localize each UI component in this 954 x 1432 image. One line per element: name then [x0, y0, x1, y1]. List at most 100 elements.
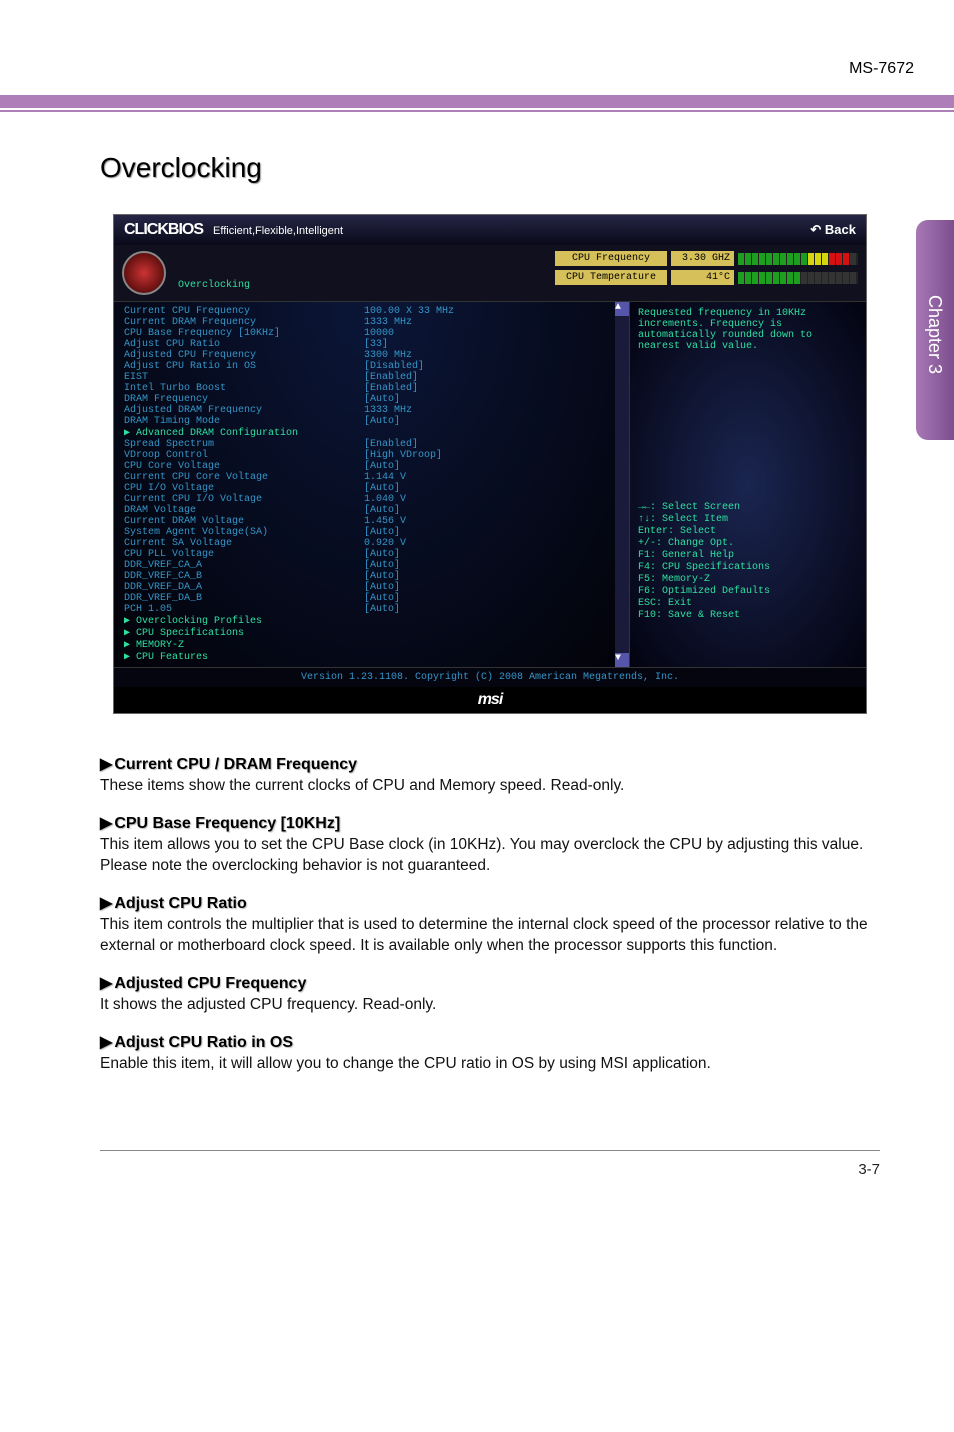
setting-row[interactable]: Current CPU I/O Voltage1.040 V: [124, 494, 625, 505]
setting-label: System Agent Voltage(SA): [124, 527, 364, 538]
setting-row[interactable]: Current SA Voltage0.920 V: [124, 538, 625, 549]
setting-label: Adjusted DRAM Frequency: [124, 405, 364, 416]
setting-row[interactable]: VDroop Control[High VDroop]: [124, 450, 625, 461]
setting-value: [Auto]: [364, 483, 400, 494]
chapter-tab: Chapter 3: [916, 220, 954, 440]
setting-label: Current DRAM Frequency: [124, 317, 364, 328]
help-description: Requested frequency in 10KHz increments.…: [638, 308, 858, 352]
page-footer: 3-7: [100, 1150, 880, 1188]
setting-label: Current CPU Frequency: [124, 306, 364, 317]
setting-label: Current CPU Core Voltage: [124, 472, 364, 483]
setting-row[interactable]: CPU Base Frequency [10KHz]10000: [124, 328, 625, 339]
help-key-item: F4: CPU Specifications: [638, 562, 858, 573]
setting-label: Current SA Voltage: [124, 538, 364, 549]
setting-row[interactable]: System Agent Voltage(SA)[Auto]: [124, 527, 625, 538]
setting-label: CPU PLL Voltage: [124, 549, 364, 560]
setting-label: ▶ CPU Specifications: [124, 627, 364, 639]
setting-row[interactable]: ▶ CPU Specifications: [124, 627, 625, 639]
setting-row[interactable]: Current CPU Frequency100.00 X 33 MHz: [124, 306, 625, 317]
setting-label: VDroop Control: [124, 450, 364, 461]
setting-value: 1333 MHz: [364, 405, 412, 416]
back-button[interactable]: ↶ Back: [810, 222, 856, 238]
setting-row[interactable]: Adjust CPU Ratio[33]: [124, 339, 625, 350]
setting-value: [Auto]: [364, 461, 400, 472]
setting-label: EIST: [124, 372, 364, 383]
setting-value: [High VDroop]: [364, 450, 442, 461]
cpu-freq-label: CPU Frequency: [555, 251, 667, 266]
setting-value: 3300 MHz: [364, 350, 412, 361]
bios-logo: CLICKBIOS: [124, 221, 203, 238]
setting-row[interactable]: Current DRAM Frequency1333 MHz: [124, 317, 625, 328]
setting-value: 0.920 V: [364, 538, 406, 549]
help-key-item: Enter: Select: [638, 526, 858, 537]
setting-row[interactable]: EIST[Enabled]: [124, 372, 625, 383]
setting-row[interactable]: DDR_VREF_DA_A[Auto]: [124, 582, 625, 593]
overclocking-icon[interactable]: [122, 251, 166, 295]
setting-value: 1.144 V: [364, 472, 406, 483]
setting-value: [Enabled]: [364, 439, 418, 450]
cpu-temp-bar: [738, 272, 858, 284]
setting-row[interactable]: DDR_VREF_CA_B[Auto]: [124, 571, 625, 582]
setting-value: [Auto]: [364, 527, 400, 538]
description-heading: ▶CPU Base Frequency [10KHz]: [100, 813, 880, 833]
setting-label: DDR_VREF_DA_A: [124, 582, 364, 593]
setting-value: [Auto]: [364, 416, 400, 427]
setting-label: DRAM Voltage: [124, 505, 364, 516]
setting-label: Adjust CPU Ratio: [124, 339, 364, 350]
setting-row[interactable]: CPU I/O Voltage[Auto]: [124, 483, 625, 494]
setting-value: [33]: [364, 339, 388, 350]
cpu-freq-value: 3.30 GHZ: [671, 251, 734, 266]
triangle-icon: ▶: [100, 1034, 112, 1051]
setting-row[interactable]: Spread Spectrum[Enabled]: [124, 439, 625, 450]
setting-label: Adjusted CPU Frequency: [124, 350, 364, 361]
description-heading: ▶Adjusted CPU Frequency: [100, 973, 880, 993]
setting-row[interactable]: DRAM Frequency[Auto]: [124, 394, 625, 405]
setting-row[interactable]: CPU Core Voltage[Auto]: [124, 461, 625, 472]
setting-row[interactable]: ▶ CPU Features: [124, 651, 625, 663]
setting-value: 100.00 X 33 MHz: [364, 306, 454, 317]
setting-row[interactable]: ▶ Overclocking Profiles: [124, 615, 625, 627]
setting-value: [Auto]: [364, 505, 400, 516]
setting-label: Current DRAM Voltage: [124, 516, 364, 527]
description-heading: ▶Adjust CPU Ratio: [100, 893, 880, 913]
bios-settings-panel: Current CPU Frequency100.00 X 33 MHzCurr…: [114, 302, 629, 667]
scroll-down-icon[interactable]: ▼: [615, 653, 629, 667]
setting-row[interactable]: DDR_VREF_DA_B[Auto]: [124, 593, 625, 604]
setting-value: [Auto]: [364, 593, 400, 604]
setting-label: DDR_VREF_CA_A: [124, 560, 364, 571]
bios-section-title: Overclocking: [174, 280, 250, 295]
setting-label: DDR_VREF_DA_B: [124, 593, 364, 604]
bios-scrollbar[interactable]: ▲ ▼: [615, 302, 629, 667]
setting-row[interactable]: ▶ Advanced DRAM Configuration: [124, 427, 625, 439]
setting-value: 1.040 V: [364, 494, 406, 505]
setting-row[interactable]: Adjusted CPU Frequency3300 MHz: [124, 350, 625, 361]
setting-row[interactable]: DRAM Timing Mode[Auto]: [124, 416, 625, 427]
setting-row[interactable]: CPU PLL Voltage[Auto]: [124, 549, 625, 560]
setting-value: [Auto]: [364, 394, 400, 405]
setting-row[interactable]: PCH 1.05[Auto]: [124, 604, 625, 615]
cpu-temp-value: 41°C: [671, 270, 734, 285]
setting-label: CPU Core Voltage: [124, 461, 364, 472]
setting-row[interactable]: ▶ MEMORY-Z: [124, 639, 625, 651]
setting-label: PCH 1.05: [124, 604, 364, 615]
bios-help-panel: Requested frequency in 10KHz increments.…: [629, 302, 866, 667]
setting-value: [Auto]: [364, 549, 400, 560]
triangle-icon: ▶: [100, 895, 112, 912]
setting-row[interactable]: Adjusted DRAM Frequency1333 MHz: [124, 405, 625, 416]
setting-row[interactable]: DDR_VREF_CA_A[Auto]: [124, 560, 625, 571]
triangle-icon: ▶: [100, 815, 112, 832]
setting-row[interactable]: Intel Turbo Boost[Enabled]: [124, 383, 625, 394]
setting-row[interactable]: Current CPU Core Voltage1.144 V: [124, 472, 625, 483]
setting-label: ▶ CPU Features: [124, 651, 364, 663]
setting-value: [Auto]: [364, 604, 400, 615]
setting-value: [Auto]: [364, 582, 400, 593]
setting-label: DDR_VREF_CA_B: [124, 571, 364, 582]
setting-row[interactable]: DRAM Voltage[Auto]: [124, 505, 625, 516]
description-heading: ▶Adjust CPU Ratio in OS: [100, 1032, 880, 1052]
setting-row[interactable]: Current DRAM Voltage1.456 V: [124, 516, 625, 527]
description-text: This item controls the multiplier that i…: [100, 915, 880, 957]
scroll-up-icon[interactable]: ▲: [615, 302, 629, 316]
setting-row[interactable]: Adjust CPU Ratio in OS[Disabled]: [124, 361, 625, 372]
cpu-freq-bar: [738, 253, 858, 265]
setting-label: DRAM Timing Mode: [124, 416, 364, 427]
